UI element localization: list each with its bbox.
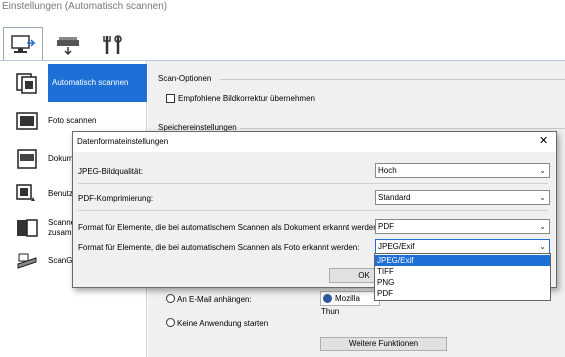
dialog-titlebar: Datenformateinstellungen ✕ <box>73 132 556 152</box>
jpeg-quality-label: JPEG-Bildqualität: <box>78 167 143 176</box>
photo-format-select[interactable]: JPEG/Exif ⌄ <box>375 239 550 254</box>
dropdown-option[interactable]: PNG <box>375 277 550 288</box>
photo-format-label: Format für Elemente, die bei automatisch… <box>78 243 360 252</box>
dropdown-option[interactable]: PDF <box>375 288 550 299</box>
chevron-down-icon: ⌄ <box>539 222 546 231</box>
photo-scan-icon <box>12 107 42 135</box>
auto-correct-label: Empfohlene Bildkorrektur übernehmen <box>178 94 315 103</box>
auto-scan-icon <box>12 69 42 97</box>
document-scan-icon <box>12 145 42 173</box>
chevron-down-icon: ⌄ <box>539 242 546 251</box>
row-divider <box>78 210 548 211</box>
window-title: Einstellungen (Automatisch scannen) <box>0 0 565 22</box>
chevron-down-icon: ⌄ <box>539 193 546 202</box>
no-app-radio[interactable] <box>166 318 175 327</box>
dropdown-option[interactable]: JPEG/Exif <box>375 255 550 266</box>
toolbar <box>0 22 565 62</box>
section-divider <box>240 128 565 129</box>
thunderbird-icon <box>323 294 332 303</box>
dropdown-option[interactable]: TIFF <box>375 266 550 277</box>
document-format-select[interactable]: PDF ⌄ <box>375 219 550 234</box>
sidebar-item-label: Dokum <box>48 154 74 163</box>
email-app-select[interactable]: Mozilla Thun <box>320 291 380 316</box>
dialog-title: Datenformateinstellungen <box>77 137 169 146</box>
more-functions-button[interactable]: Weitere Funktionen <box>320 337 447 351</box>
close-icon[interactable]: ✕ <box>539 134 548 147</box>
chevron-down-icon: ⌄ <box>539 166 546 175</box>
sidebar-item-label: Foto scannen <box>48 116 97 125</box>
tools-icon <box>103 34 122 54</box>
pdf-compression-label: PDF-Komprimierung: <box>78 194 154 203</box>
row-divider <box>78 183 548 184</box>
sidebar-item-label: Automatisch scannen <box>48 64 147 102</box>
jpeg-quality-select[interactable]: Hoch ⌄ <box>375 163 550 178</box>
email-label: An E-Mail anhängen: <box>177 295 252 304</box>
tab-general-settings[interactable] <box>93 27 133 62</box>
tab-scan-from-computer[interactable] <box>3 27 43 62</box>
scanner-icon <box>57 36 79 55</box>
auto-correct-checkbox[interactable] <box>166 94 175 103</box>
sidebar-item-auto-scan[interactable]: Automatisch scannen <box>0 64 147 102</box>
custom-scan-icon <box>12 180 42 208</box>
no-app-label: Keine Anwendung starten <box>177 319 269 328</box>
tab-scan-from-panel[interactable] <box>48 27 88 62</box>
scan-options-header: Scan-Optionen <box>158 74 212 83</box>
computer-scan-icon <box>11 35 36 53</box>
scangear-icon <box>12 247 42 275</box>
document-format-label: Format für Elemente, die bei automatisch… <box>78 223 380 232</box>
pdf-compression-select[interactable]: Standard ⌄ <box>375 190 550 205</box>
email-radio[interactable] <box>166 294 175 303</box>
stitch-scan-icon <box>12 214 42 242</box>
section-divider <box>220 79 565 80</box>
sidebar-item-label: Benutz <box>48 189 73 198</box>
photo-format-dropdown-list: JPEG/Exif TIFF PNG PDF <box>374 253 551 301</box>
